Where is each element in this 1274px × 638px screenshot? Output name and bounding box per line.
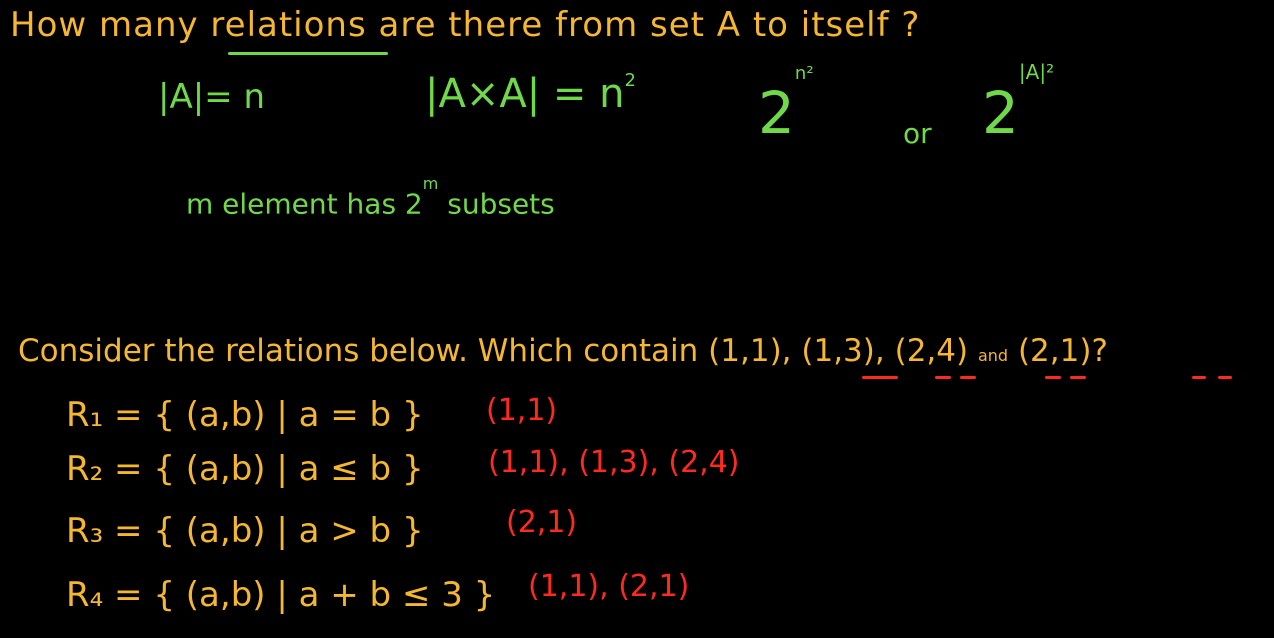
power-exponent: n² [794,62,814,84]
subsets-note: m element has 2m subsets [186,174,555,221]
power-exponent-alt: |A|² [1018,59,1055,84]
or-word: or [903,117,932,150]
question-suffix: are there from set A to itself ? [378,5,921,45]
question-underlined-word: relations [210,5,367,45]
relation-1-answer: (1,1) [486,393,558,428]
pair-2-underline-a [935,376,951,379]
relation-3-answer: (2,1) [506,505,578,540]
power-set-size: 2n² [758,62,814,147]
pair-3-underline-a [1045,376,1061,379]
pair-1: (1,1) [708,333,782,369]
pair-4: (2,1) [1017,333,1092,369]
pair-2-underline-b [960,376,976,379]
pair-3-underline-b [1070,376,1086,379]
relations-underline [228,52,388,55]
pair-1-underline [862,376,898,379]
pair-3: (2,4) [894,333,969,369]
consider-prefix: Consider the relations below. Which cont… [18,333,699,369]
consider-line: Consider the relations below. Which cont… [18,333,1108,369]
pair-4-underline-a [1192,376,1206,379]
relation-3-definition: R₃ = { (a,b) | a > b } [66,511,424,551]
pair-4-underline-b [1218,376,1232,379]
and-word: and [977,346,1009,365]
relation-1-definition: R₁ = { (a,b) | a = b } [66,395,424,435]
relation-2-answer: (1,1), (1,3), (2,4) [488,445,740,480]
question-line: How many relations are there from set A … [10,8,920,42]
relation-4-definition: R₄ = { (a,b) | a + b ≤ 3 } [66,575,496,615]
card-a: |A|= n [158,77,266,117]
card-axa: |A×A| = n2 [425,70,636,117]
relation-4-answer: (1,1), (2,1) [528,569,690,604]
power-set-size-alt: 2|A|² [982,59,1055,147]
pair-2: (1,3) [801,333,875,369]
card-axa-exponent: 2 [624,70,636,92]
relation-2-definition: R₂ = { (a,b) | a ≤ b } [66,449,424,489]
whiteboard-page: { "question": { "prefix": "How many", "u… [0,0,1274,638]
question-prefix: How many [10,5,199,45]
